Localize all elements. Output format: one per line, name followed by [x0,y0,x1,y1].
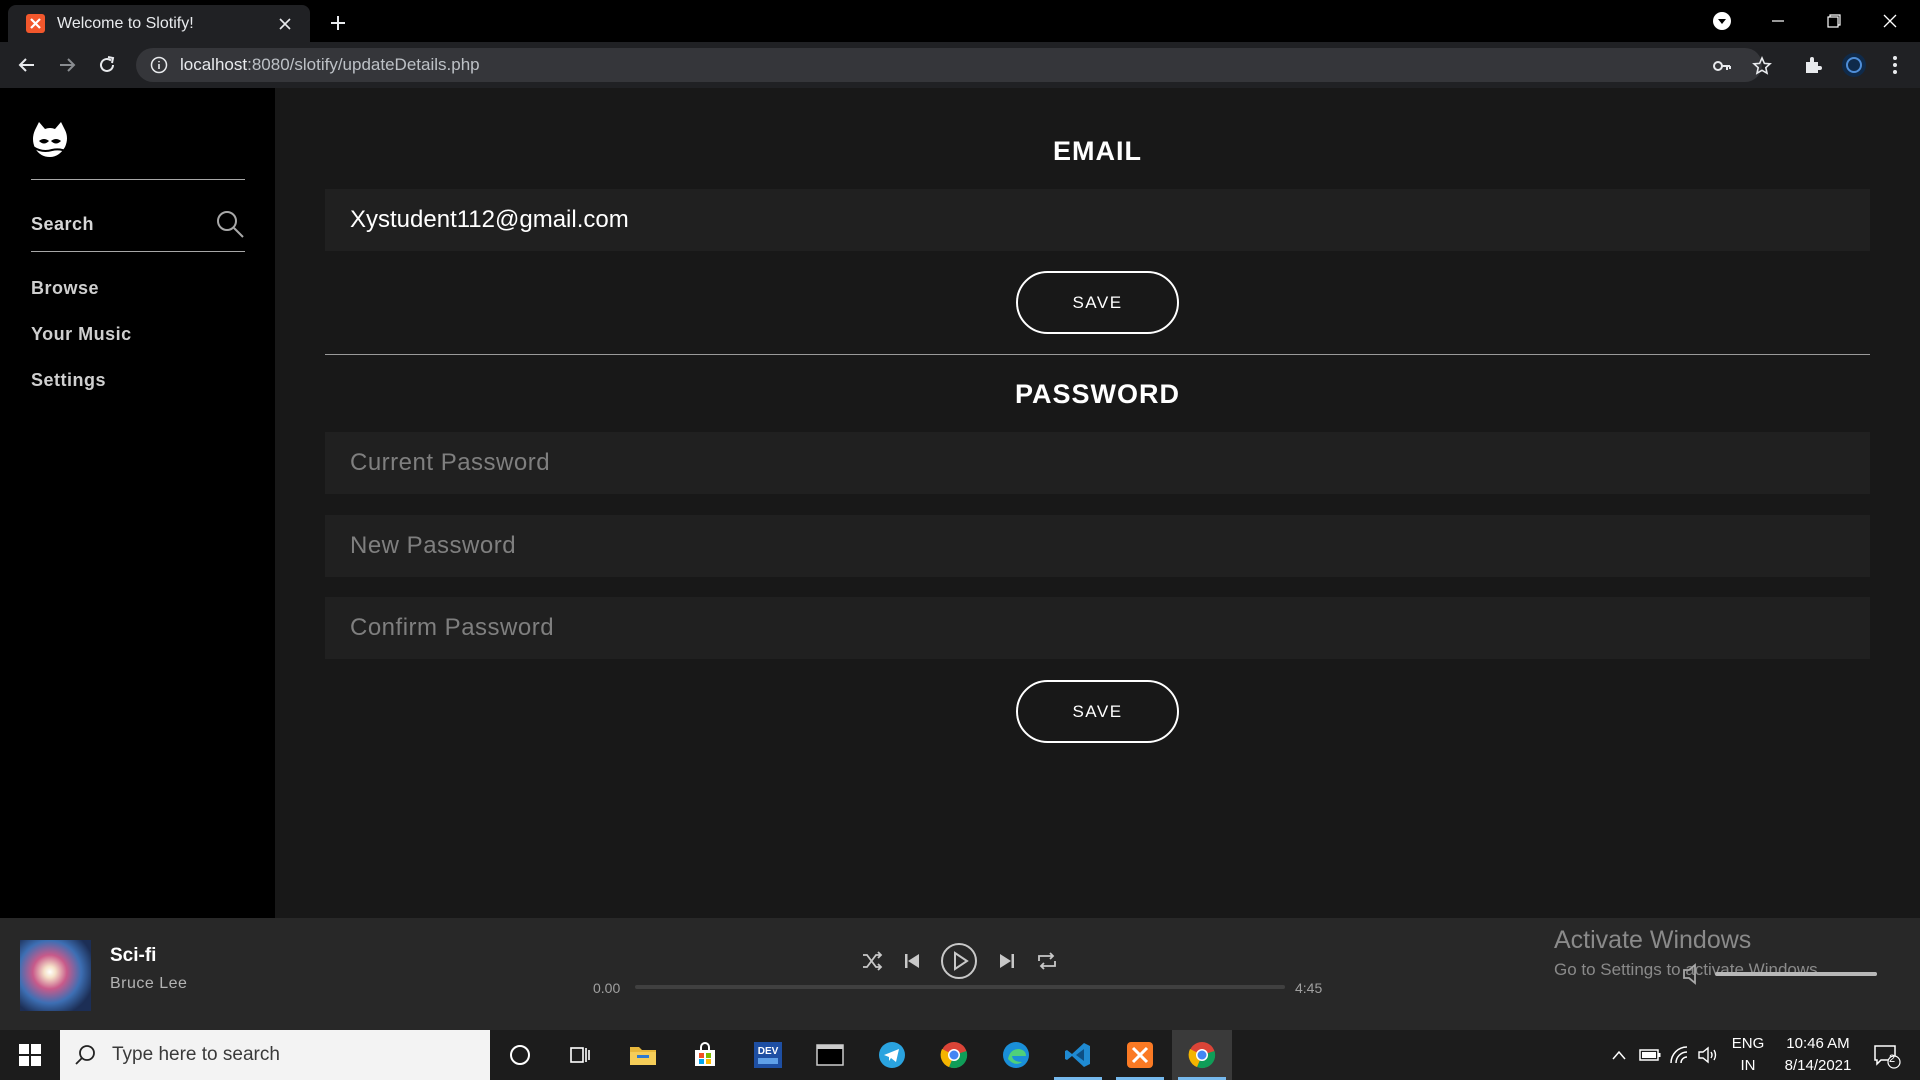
profile-avatar[interactable] [1839,50,1869,80]
repeat-icon[interactable] [1034,948,1060,974]
browser-tab-bar: Welcome to Slotify! [0,0,1920,42]
show-hidden-icons-icon[interactable] [1607,1043,1631,1067]
windows-taskbar: Type here to search DEV ENG IN 10:46 AM … [0,1030,1920,1080]
forward-icon[interactable] [52,50,82,80]
chrome-active-icon[interactable] [1172,1030,1232,1080]
restore-icon[interactable] [1806,0,1862,42]
shuffle-icon[interactable] [859,948,885,974]
update-details-page: EMAIL Xystudent112@gmail.com SAVE PASSWO… [275,88,1920,918]
tab-close-icon[interactable] [274,13,296,35]
volume-icon[interactable] [1680,960,1708,988]
sidebar-divider-bottom [31,251,245,252]
email-section-title: EMAIL [1053,136,1142,166]
sidebar-item-browse[interactable]: Browse [31,278,99,299]
reload-icon[interactable] [92,50,122,80]
url-path: :8080/slotify/updateDetails.php [247,55,480,74]
sidebar-item-your-music[interactable]: Your Music [31,324,132,345]
language-indicator[interactable]: ENG IN [1726,1033,1770,1077]
clock-time: 10:46 AM [1786,1035,1850,1052]
now-playing-bar: Sci-fi Bruce Lee 0.00 4:45 Activate Wind… [0,918,1920,1030]
task-view-icon[interactable] [550,1030,610,1080]
tab-title: Welcome to Slotify! [57,14,194,32]
terminal-icon[interactable] [800,1030,860,1080]
region-code: IN [1740,1057,1756,1074]
volume-fill [1715,972,1877,976]
wifi-icon[interactable] [1667,1043,1691,1067]
vscode-icon[interactable] [1048,1030,1108,1080]
new-password-field[interactable]: New Password [325,515,1870,577]
previous-icon[interactable] [899,948,925,974]
current-time: 0.00 [593,980,621,996]
chrome-menu-icon[interactable] [1880,50,1910,80]
song-artist[interactable]: Bruce Lee [110,975,187,993]
save-password-button[interactable]: SAVE [1016,680,1179,743]
progress-bar[interactable] [635,985,1285,989]
clock[interactable]: 10:46 AM 8/14/2021 [1770,1033,1866,1077]
sidebar: Search Browse Your Music Settings [0,88,275,918]
save-email-button[interactable]: SAVE [1016,271,1179,334]
edge-icon[interactable] [986,1030,1046,1080]
total-time: 4:45 [1295,980,1323,996]
extensions-icon[interactable] [1798,50,1828,80]
address-bar[interactable]: localhost:8080/slotify/updateDetails.php [136,48,1772,82]
notification-center-icon[interactable]: 2 [1870,1042,1904,1070]
close-window-icon[interactable] [1862,0,1918,42]
search-label: Search [31,213,95,234]
url-host: localhost [180,55,248,74]
slotify-logo-icon[interactable] [30,120,70,160]
bookmark-star-icon[interactable] [1751,55,1773,77]
password-section-title: PASSWORD [1014,379,1180,409]
notification-count: 2 [1889,1053,1896,1065]
sidebar-divider-top [31,179,245,180]
chrome-profile-menu-icon[interactable] [1694,0,1750,42]
minimize-icon[interactable] [1750,0,1806,42]
taskbar-search-box[interactable]: Type here to search [60,1030,490,1080]
confirm-password-field[interactable]: Confirm Password [325,597,1870,659]
speaker-icon[interactable] [1696,1043,1720,1067]
language-code: ENG [1731,1035,1765,1052]
battery-icon[interactable] [1638,1043,1662,1067]
taskbar-search-icon [75,1045,95,1065]
browser-toolbar: localhost:8080/slotify/updateDetails.php [0,42,1920,88]
xampp-icon[interactable] [1110,1030,1170,1080]
new-tab-icon[interactable] [325,10,351,36]
taskbar-search-placeholder: Type here to search [112,1044,280,1065]
site-info-icon[interactable] [150,56,168,74]
current-password-field[interactable]: Current Password [325,432,1870,494]
section-divider [325,354,1870,355]
password-key-icon[interactable] [1711,55,1733,77]
dev-cpp-icon[interactable]: DEV [738,1030,798,1080]
windows-start-icon[interactable] [0,1030,60,1080]
play-icon[interactable] [939,941,979,981]
cortana-icon[interactable] [490,1030,550,1080]
file-explorer-icon[interactable] [613,1030,673,1080]
svg-text:DEV: DEV [758,1046,779,1057]
email-field[interactable]: Xystudent112@gmail.com [325,189,1870,251]
album-art[interactable] [20,940,91,1011]
volume-bar[interactable] [1715,972,1877,976]
chrome-icon[interactable] [924,1030,984,1080]
xampp-favicon-icon [26,14,45,33]
back-icon[interactable] [12,50,42,80]
sidebar-item-settings[interactable]: Settings [31,370,106,391]
song-title[interactable]: Sci-fi [110,945,156,967]
clock-date: 8/14/2021 [1784,1057,1852,1074]
microsoft-store-icon[interactable] [675,1030,735,1080]
telegram-icon[interactable] [862,1030,922,1080]
next-icon[interactable] [994,948,1020,974]
activate-windows-title: Activate Windows [1554,926,1752,954]
browser-tab[interactable]: Welcome to Slotify! [8,5,310,42]
search-icon[interactable] [215,209,245,239]
sidebar-search[interactable]: Search [31,206,245,242]
